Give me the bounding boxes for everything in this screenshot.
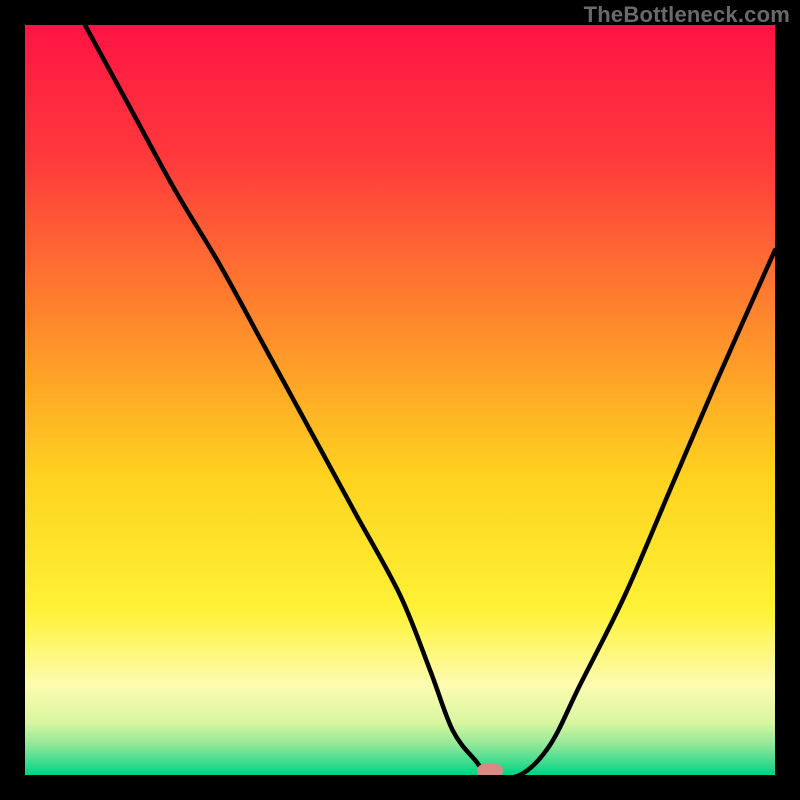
plot-area [25, 25, 775, 775]
chart-frame: TheBottleneck.com [0, 0, 800, 800]
optimal-marker [477, 764, 503, 775]
bottleneck-curve [25, 25, 775, 775]
